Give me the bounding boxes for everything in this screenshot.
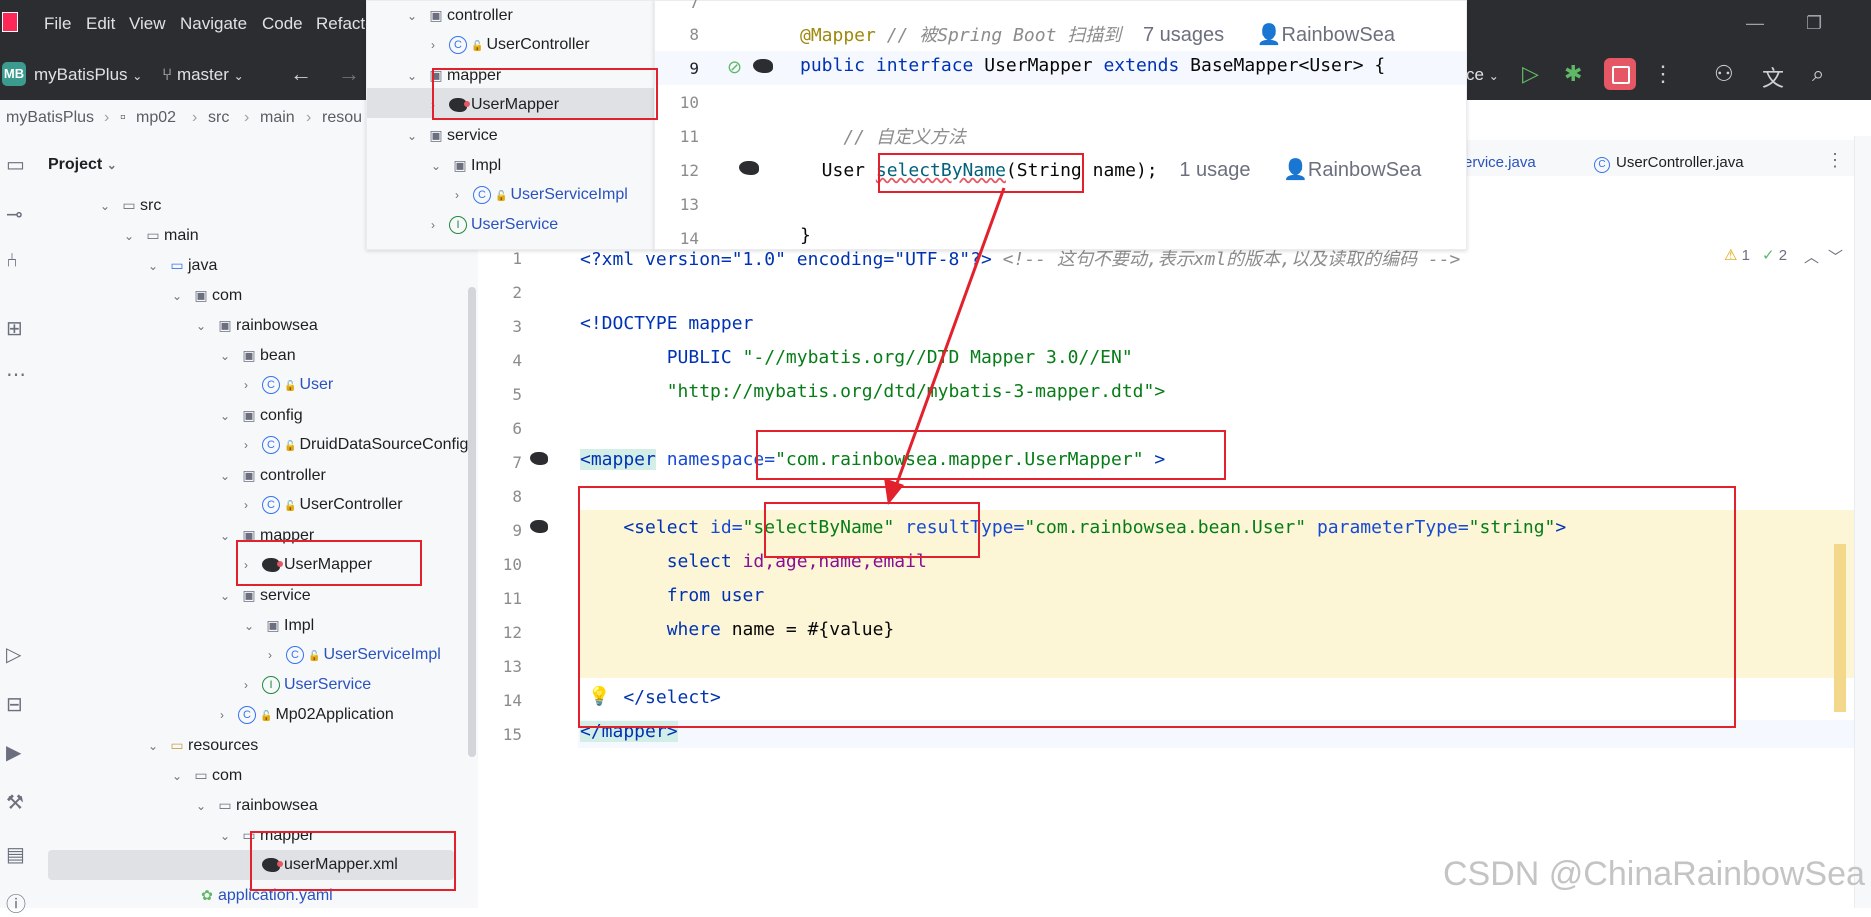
arrow-line: [894, 187, 1006, 487]
annotation-arrow: [884, 187, 1006, 505]
watermark: CSDN @ChinaRainbowSea: [1443, 855, 1865, 893]
arrow-head-icon: [884, 478, 904, 505]
